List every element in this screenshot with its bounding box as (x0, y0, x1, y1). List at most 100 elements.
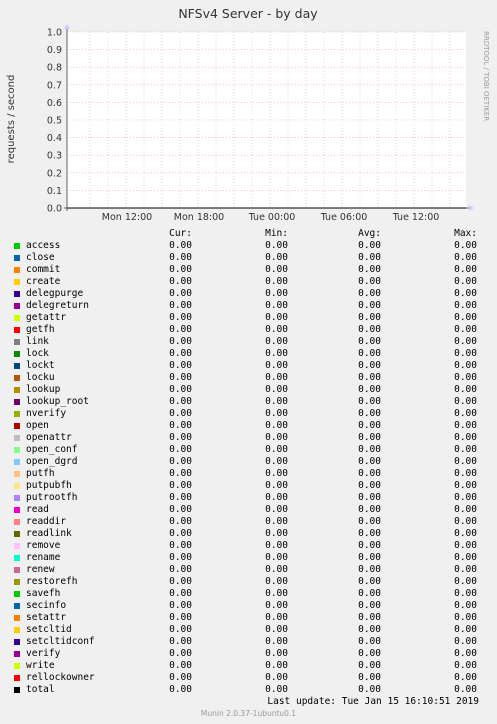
legend-swatch (14, 255, 20, 261)
header-max: Max: (454, 228, 477, 239)
y-tick-label: 0.9 (47, 45, 62, 56)
series-name: rellockowner (26, 672, 95, 683)
value-min: 0.00 (265, 324, 288, 335)
value-cur: 0.00 (169, 528, 192, 539)
series-name: open_dgrd (26, 456, 78, 467)
header-avg: Avg: (358, 228, 381, 239)
value-cur: 0.00 (169, 600, 192, 611)
value-cur: 0.00 (169, 492, 192, 503)
value-cur: 0.00 (169, 348, 192, 359)
value-cur: 0.00 (169, 432, 192, 443)
value-avg: 0.00 (358, 252, 381, 263)
value-min: 0.00 (265, 672, 288, 683)
value-cur: 0.00 (169, 468, 192, 479)
value-cur: 0.00 (169, 480, 192, 491)
value-cur: 0.00 (169, 672, 192, 683)
value-max: 0.00 (454, 684, 477, 695)
legend-swatch (14, 375, 20, 381)
value-min: 0.00 (265, 372, 288, 383)
legend-swatch (14, 423, 20, 429)
value-avg: 0.00 (358, 684, 381, 695)
value-max: 0.00 (454, 480, 477, 491)
legend-swatch (14, 315, 20, 321)
series-name: lookup_root (26, 396, 89, 407)
series-name: nverify (26, 408, 67, 419)
value-avg: 0.00 (358, 624, 381, 635)
value-min: 0.00 (265, 288, 288, 299)
value-cur: 0.00 (169, 684, 192, 695)
legend-swatch (14, 471, 20, 477)
value-max: 0.00 (454, 312, 477, 323)
legend-row: setattr 0.00 0.00 0.00 0.00 (0, 612, 497, 624)
value-min: 0.00 (265, 384, 288, 395)
value-avg: 0.00 (358, 612, 381, 623)
value-min: 0.00 (265, 540, 288, 551)
legend-row: openattr 0.00 0.00 0.00 0.00 (0, 432, 497, 444)
value-avg: 0.00 (358, 576, 381, 587)
y-tick-label: 0.4 (47, 133, 62, 144)
value-min: 0.00 (265, 240, 288, 251)
legend-row: secinfo 0.00 0.00 0.00 0.00 (0, 600, 497, 612)
value-avg: 0.00 (358, 516, 381, 527)
value-cur: 0.00 (169, 540, 192, 551)
series-name: close (26, 252, 55, 263)
value-max: 0.00 (454, 540, 477, 551)
legend-row: verify 0.00 0.00 0.00 0.00 (0, 648, 497, 660)
value-min: 0.00 (265, 504, 288, 515)
value-avg: 0.00 (358, 432, 381, 443)
value-max: 0.00 (454, 516, 477, 527)
legend-row: total 0.00 0.00 0.00 0.00 (0, 684, 497, 696)
value-cur: 0.00 (169, 612, 192, 623)
legend-row: open_conf 0.00 0.00 0.00 0.00 (0, 444, 497, 456)
value-avg: 0.00 (358, 660, 381, 671)
value-min: 0.00 (265, 480, 288, 491)
x-tick-label: Mon 12:00 (102, 212, 152, 223)
value-max: 0.00 (454, 372, 477, 383)
value-min: 0.00 (265, 360, 288, 371)
value-avg: 0.00 (358, 372, 381, 383)
value-max: 0.00 (454, 240, 477, 251)
series-name: secinfo (26, 600, 67, 611)
value-min: 0.00 (265, 564, 288, 575)
series-name: remove (26, 540, 61, 551)
legend-swatch (14, 519, 20, 525)
watermark: RRDTOOL / TOBI OETIKER (482, 31, 490, 121)
value-cur: 0.00 (169, 444, 192, 455)
legend-swatch (14, 651, 20, 657)
legend-swatch (14, 639, 20, 645)
value-min: 0.00 (265, 432, 288, 443)
value-min: 0.00 (265, 336, 288, 347)
series-name: total (26, 684, 55, 695)
legend-swatch (14, 603, 20, 609)
series-name: access (26, 240, 61, 251)
series-name: delegpurge (26, 288, 84, 299)
legend-row: readlink 0.00 0.00 0.00 0.00 (0, 528, 497, 540)
legend-swatch (14, 351, 20, 357)
legend-swatch (14, 579, 20, 585)
series-name: putrootfh (26, 492, 78, 503)
value-max: 0.00 (454, 288, 477, 299)
legend-swatch (14, 279, 20, 285)
legend-swatch (14, 399, 20, 405)
value-min: 0.00 (265, 264, 288, 275)
series-name: getattr (26, 312, 67, 323)
legend-swatch (14, 363, 20, 369)
legend-swatch (14, 567, 20, 573)
value-max: 0.00 (454, 396, 477, 407)
value-avg: 0.00 (358, 240, 381, 251)
value-min: 0.00 (265, 492, 288, 503)
value-avg: 0.00 (358, 648, 381, 659)
series-name: write (26, 660, 55, 671)
value-max: 0.00 (454, 636, 477, 647)
value-max: 0.00 (454, 528, 477, 539)
value-min: 0.00 (265, 528, 288, 539)
header-cur: Cur: (169, 228, 192, 239)
series-name: readdir (26, 516, 67, 527)
value-avg: 0.00 (358, 564, 381, 575)
value-cur: 0.00 (169, 576, 192, 587)
header-min: Min: (265, 228, 288, 239)
legend-swatch (14, 447, 20, 453)
value-cur: 0.00 (169, 408, 192, 419)
value-avg: 0.00 (358, 324, 381, 335)
value-avg: 0.00 (358, 312, 381, 323)
